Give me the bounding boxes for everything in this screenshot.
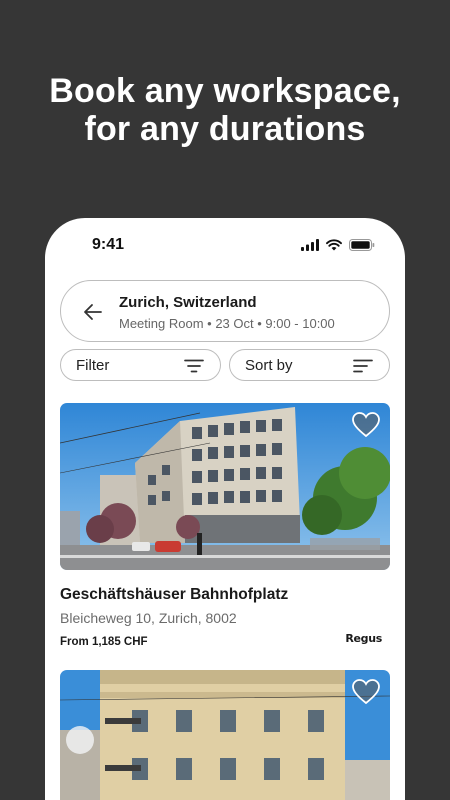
search-summary[interactable]: Zurich, Switzerland Meeting Room • 23 Oc… bbox=[60, 280, 390, 342]
listing-photo[interactable] bbox=[60, 403, 390, 570]
listing-price: From 1,185 CHF bbox=[60, 636, 148, 648]
favorite-heart-icon[interactable] bbox=[352, 679, 380, 705]
favorite-heart-icon[interactable] bbox=[352, 412, 380, 438]
filter-button[interactable]: Filter bbox=[60, 349, 221, 381]
regus-logo: Regus bbox=[345, 632, 382, 645]
headline-line-1: Book any workspace, bbox=[49, 72, 401, 110]
wifi-icon bbox=[326, 239, 342, 251]
arrow-left-icon[interactable] bbox=[81, 300, 105, 324]
sort-icon bbox=[353, 359, 373, 373]
listing-name: Geschäftshäuser Bahnhofplatz bbox=[60, 586, 289, 603]
filter-icon bbox=[184, 359, 204, 373]
listing-card[interactable] bbox=[60, 670, 390, 800]
promo-headline: Book any workspace, for any durations bbox=[0, 72, 450, 148]
sort-button[interactable]: Sort by bbox=[229, 349, 390, 381]
building-photo bbox=[60, 403, 390, 570]
filter-label: Filter bbox=[76, 357, 110, 374]
listing-address: Bleicheweg 10, Zurich, 8002 bbox=[60, 610, 237, 626]
search-details: Meeting Room • 23 Oct • 9:00 - 10:00 bbox=[119, 316, 335, 331]
battery-icon bbox=[349, 239, 375, 251]
listing-photo[interactable] bbox=[60, 670, 390, 800]
status-time: 9:41 bbox=[92, 236, 125, 253]
signal-icon bbox=[301, 239, 319, 251]
headline-line-2: for any durations bbox=[84, 110, 366, 148]
sort-label: Sort by bbox=[245, 357, 293, 374]
building-photo bbox=[60, 670, 390, 800]
status-bar: 9:41 bbox=[45, 236, 405, 258]
search-location: Zurich, Switzerland bbox=[119, 294, 257, 311]
listing-card[interactable]: Geschäftshäuser Bahnhofplatz Bleicheweg … bbox=[60, 403, 390, 650]
phone-screen: 9:41 Zurich, Switzerland Meeting Room • … bbox=[45, 218, 405, 800]
